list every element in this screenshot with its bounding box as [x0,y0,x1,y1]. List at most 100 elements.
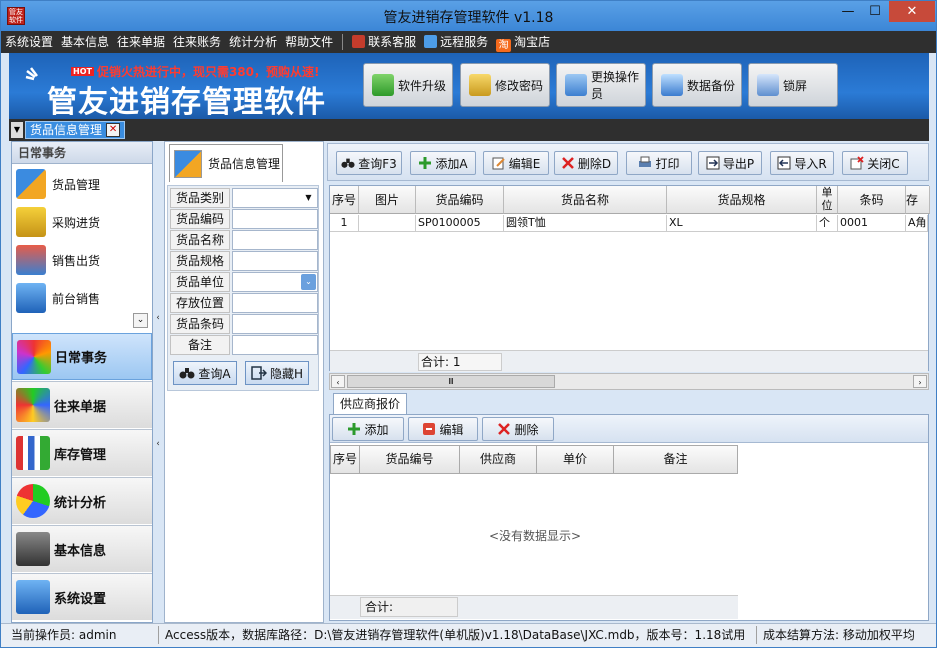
import-icon [777,156,791,170]
nav-item-label: 销售出货 [52,253,101,268]
nav-group-system-settings[interactable]: 系统设置 [12,573,152,620]
key-icon [469,74,491,96]
column-header[interactable]: 单价 [537,445,614,474]
cart-icon [16,245,46,275]
menu-contact-support[interactable]: 联系客服 [348,31,420,53]
scroll-thumb[interactable]: Ⅲ [347,375,555,388]
delete-button[interactable]: 删除D [554,151,618,175]
operator-icon [565,74,587,96]
location-input[interactable] [232,293,318,313]
remark-input[interactable] [232,335,318,355]
column-header[interactable]: 货品名称 [504,186,667,214]
nav-scroll-down-button[interactable]: ⌄ [133,313,148,328]
close-label: 关闭C [867,156,900,171]
add-button[interactable]: 添加A [410,151,476,175]
menu-taobao-shop-label: 淘宝店 [514,35,551,49]
menu-basic-info[interactable]: 基本信息 [57,31,113,53]
lock-screen-button[interactable]: 锁屏 [748,63,838,107]
export-button[interactable]: 导出P [698,151,762,175]
menu-taobao-shop[interactable]: 淘淘宝店 [492,31,554,53]
upgrade-label: 软件升级 [398,78,447,93]
nav-splitter[interactable]: ‹ ‹ [153,141,163,623]
menu-system-settings[interactable]: 系统设置 [1,31,57,53]
table-cell[interactable]: 圆领T恤 [504,215,667,232]
tab-product-info[interactable]: 货品信息管理 ✕ [25,121,126,139]
unit-combo[interactable]: ⌄ [232,272,318,292]
supplier-edit-button[interactable]: 编辑 [408,417,478,441]
collapse-search-icon[interactable]: ‹ [154,439,162,451]
menu-accounts[interactable]: 往来账务 [169,31,225,53]
column-header[interactable]: 图片 [359,186,416,214]
column-header[interactable]: 货品编码 [416,186,504,214]
column-header[interactable]: 存放 [906,186,930,214]
query-button[interactable]: 查询F3 [336,151,402,175]
spec-input[interactable] [232,251,318,271]
nav-group-statistics[interactable]: 统计分析 [12,477,152,524]
chevron-down-icon[interactable]: ▼ [301,190,316,206]
table-cell[interactable]: XL [667,215,817,232]
title-bar[interactable]: 管友软件 管友进销存管理软件 v1.18 — ☐ ✕ [1,1,936,31]
column-header[interactable]: 单位 [817,186,838,214]
backup-icon [661,74,683,96]
menu-documents[interactable]: 往来单据 [113,31,169,53]
nav-group-inventory[interactable]: 库存管理 [12,429,152,476]
computer-icon [16,580,50,614]
supplier-add-button[interactable]: 添加 [332,417,404,441]
nav-item-pos[interactable]: 前台销售 [12,279,152,317]
supplier-delete-label: 删除 [514,422,539,437]
nav-group-daily[interactable]: 日常事务 [12,333,152,380]
barcode-input[interactable] [232,314,318,334]
nav-group-basic-info[interactable]: 基本信息 [12,525,152,572]
nav-item-sales[interactable]: 销售出货 [12,241,152,279]
name-input[interactable] [232,230,318,250]
switch-operator-button[interactable]: 更换操作员 [556,63,646,107]
window-title: 管友进销存管理软件 v1.18 [383,10,554,26]
import-button[interactable]: 导入R [770,151,834,175]
close-tab-icon[interactable]: ✕ [106,123,121,137]
tab-product-info-search[interactable]: 货品信息管理 [169,144,283,182]
table-cell[interactable]: 0001 [838,215,906,232]
minimize-button[interactable]: — [835,1,861,22]
hide-panel-button[interactable]: 隐藏H [245,361,309,385]
close-button[interactable]: 关闭C [842,151,908,175]
table-cell[interactable]: 1 [330,215,359,232]
column-header[interactable]: 序号 [330,445,360,474]
tab-product-info-label: 货品信息管理 [30,123,103,137]
column-header[interactable]: 条码 [838,186,906,214]
print-button[interactable]: 打印 [626,151,692,175]
nav-item-purchasing[interactable]: 采购进货 [12,203,152,241]
change-password-button[interactable]: 修改密码 [460,63,550,107]
edit-button[interactable]: 编辑E [483,151,549,175]
category-select[interactable]: ▼ [232,188,318,208]
search-query-button[interactable]: 查询A [173,361,237,385]
table-cell[interactable] [359,215,416,232]
menu-remote-service[interactable]: 远程服务 [420,31,492,53]
table-cell[interactable]: SP0100005 [416,215,504,232]
backup-button[interactable]: 数据备份 [652,63,742,107]
table-cell[interactable]: 个 [817,215,838,232]
collapse-nav-icon[interactable]: ‹ [154,313,162,325]
nav-item-product-management[interactable]: 货品管理 [12,165,152,203]
tab-list-dropdown-button[interactable]: ▼ [11,122,23,138]
menu-statistics[interactable]: 统计分析 [225,31,281,53]
horizontal-scrollbar[interactable]: ‹ Ⅲ › [329,373,929,390]
nav-group-documents[interactable]: 往来单据 [12,381,152,428]
supplier-delete-button[interactable]: 删除 [482,417,554,441]
column-header[interactable]: 备注 [614,445,738,474]
chevron-down-icon[interactable]: ⌄ [301,274,316,290]
code-input[interactable] [232,209,318,229]
maximize-button[interactable]: ☐ [862,1,888,22]
tab-supplier-quotes[interactable]: 供应商报价 [333,393,407,415]
table-cell[interactable]: A角 [906,215,928,232]
column-header[interactable]: 序号 [330,186,359,214]
supplier-quotes-panel: 添加 编辑 删除 序号 货品编号 供应商 单价 备注 <没有数据显示> 合计: [329,414,929,621]
column-header[interactable]: 货品编号 [360,445,460,474]
field-remark: 备注 [170,335,318,355]
column-header[interactable]: 货品规格 [667,186,817,214]
menu-help[interactable]: 帮助文件 [281,31,337,53]
scroll-right-icon[interactable]: › [913,375,927,388]
scroll-left-icon[interactable]: ‹ [331,375,345,388]
upgrade-button[interactable]: 软件升级 [363,63,453,107]
close-window-button[interactable]: ✕ [889,1,935,22]
column-header[interactable]: 供应商 [460,445,537,474]
